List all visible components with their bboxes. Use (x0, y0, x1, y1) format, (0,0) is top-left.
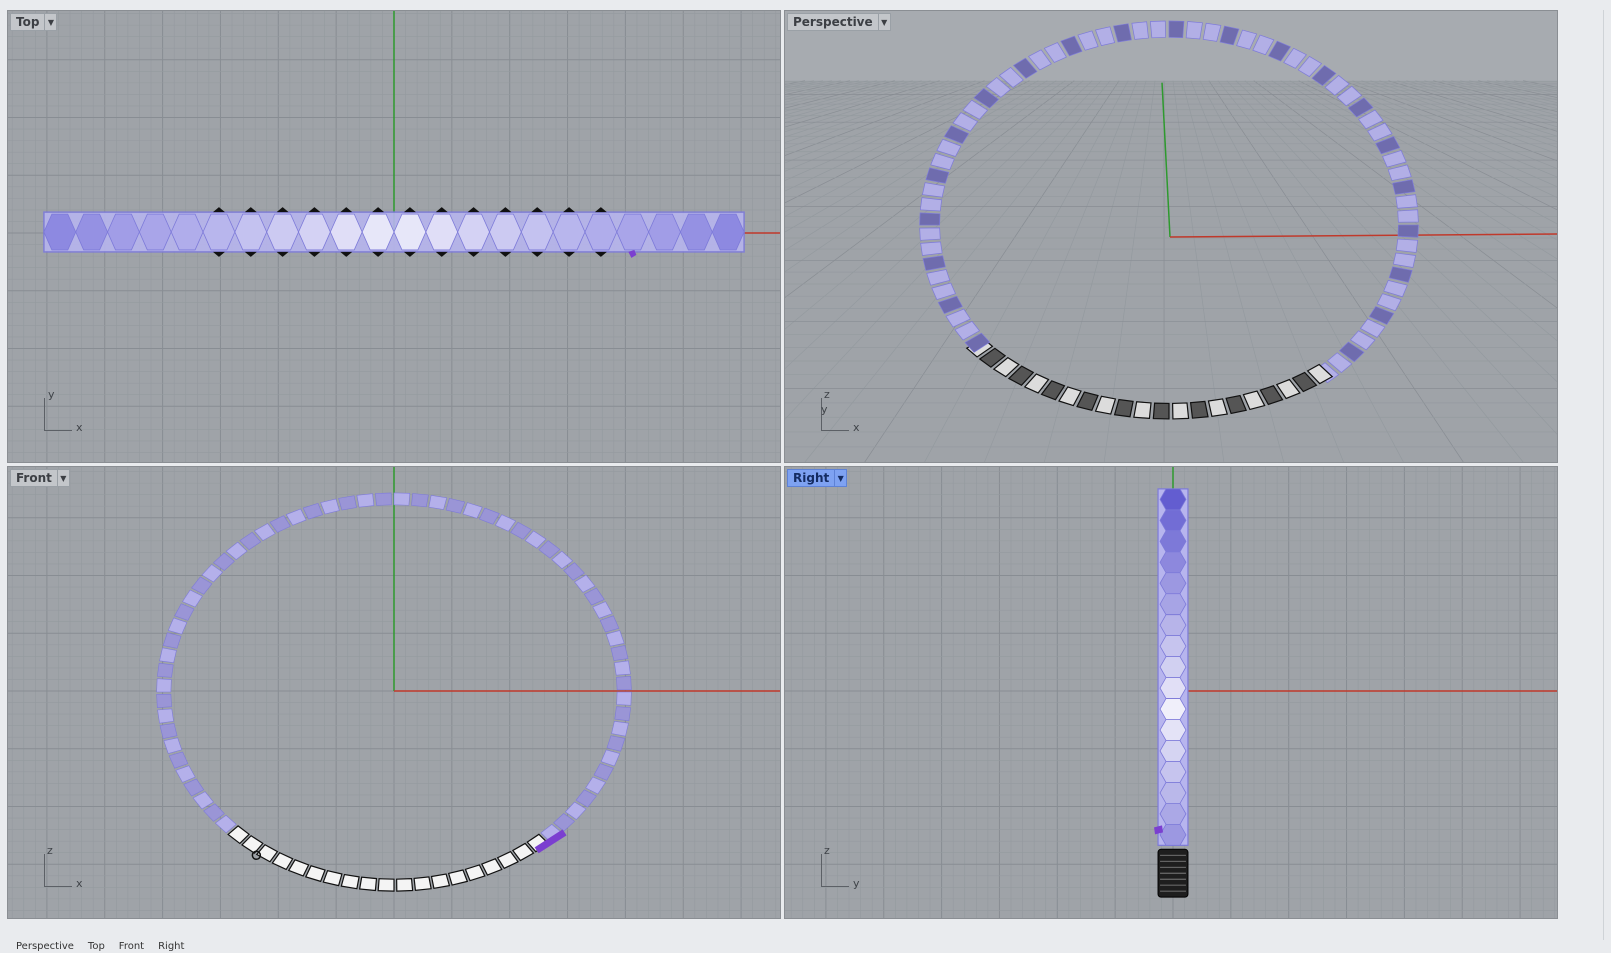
tab-right[interactable]: Right (158, 941, 184, 953)
viewport-title: Right (793, 471, 830, 485)
chevron-down-icon[interactable]: ▼ (56, 470, 69, 486)
axis-widget: z y x (813, 386, 863, 436)
viewport-title: Top (16, 15, 40, 29)
viewport-perspective[interactable]: Perspective ▼ z y x (784, 10, 1558, 463)
rhino-app-window: Top ▼ y x Perspective ▼ z y x Front ▼ z … (0, 0, 1611, 953)
bracelet-right-column (1157, 488, 1189, 898)
tab-perspective[interactable]: Perspective (16, 941, 74, 953)
axis-label-z: z (824, 844, 830, 857)
chevron-down-icon[interactable]: ▼ (834, 470, 846, 486)
viewport-label-perspective[interactable]: Perspective ▼ (787, 13, 891, 31)
chevron-down-icon[interactable]: ▼ (877, 14, 890, 30)
grid-right (785, 467, 1557, 918)
axis-label-y: y (853, 877, 860, 890)
grid-front (8, 467, 780, 918)
viewport-tabs: Perspective Top Front Right (0, 941, 1611, 953)
viewport-label-top[interactable]: Top ▼ (10, 13, 58, 31)
axis-widget: y x (36, 386, 86, 436)
viewport-label-right[interactable]: Right ▼ (787, 469, 848, 487)
axis-label-x: x (76, 877, 83, 890)
axis-label-x: x (76, 421, 83, 434)
viewport-top[interactable]: Top ▼ y x (7, 10, 781, 463)
axis-label-z: z (47, 844, 53, 857)
tab-front[interactable]: Front (119, 941, 144, 953)
axis-label-y: y (48, 388, 55, 401)
viewport-label-front[interactable]: Front ▼ (10, 469, 70, 487)
x-axis-line (1169, 233, 1557, 238)
side-panel-edge (1603, 10, 1611, 940)
axis-widget: z x (36, 842, 86, 892)
axis-label-z: z (824, 388, 830, 401)
grid-perspective (785, 11, 1557, 462)
axis-label-y: y (821, 403, 828, 416)
axis-label-x: x (853, 421, 860, 434)
tab-top[interactable]: Top (88, 941, 105, 953)
chevron-down-icon[interactable]: ▼ (44, 14, 56, 30)
viewport-title: Front (16, 471, 52, 485)
bracelet-top-band (43, 207, 745, 257)
viewport-right[interactable]: Right ▼ z y (784, 466, 1558, 919)
viewport-title: Perspective (793, 15, 873, 29)
axis-widget: z y (813, 842, 863, 892)
grid-top (8, 11, 780, 462)
viewport-front[interactable]: Front ▼ z x (7, 466, 781, 919)
